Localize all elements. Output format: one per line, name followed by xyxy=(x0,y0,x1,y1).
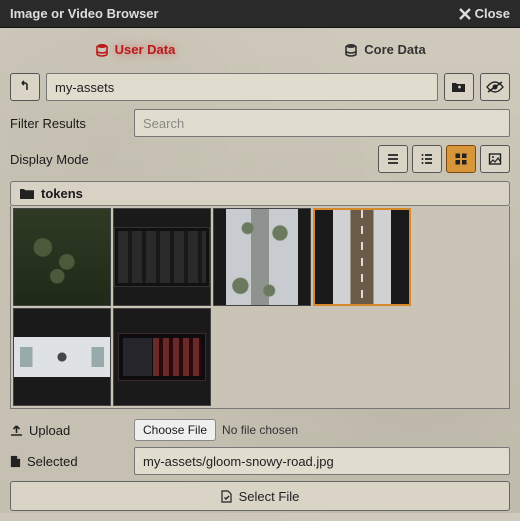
thumbnail xyxy=(118,333,206,381)
directory-name: tokens xyxy=(41,186,83,201)
file-tile[interactable] xyxy=(313,208,411,306)
file-tile[interactable] xyxy=(13,208,111,306)
directory-header[interactable]: tokens xyxy=(10,181,510,206)
thumbnail xyxy=(114,227,210,287)
filter-label: Filter Results xyxy=(10,116,128,131)
thumbnail xyxy=(14,337,110,377)
tab-core-data[interactable]: Core Data xyxy=(260,36,510,63)
file-check-icon xyxy=(221,490,233,503)
upload-icon xyxy=(10,424,23,437)
select-file-button[interactable]: Select File xyxy=(10,481,510,511)
view-mode-list-button[interactable] xyxy=(378,145,408,173)
view-mode-details-button[interactable] xyxy=(412,145,442,173)
database-icon xyxy=(344,43,358,57)
path-row xyxy=(10,73,510,101)
folder-icon xyxy=(19,187,35,200)
privacy-toggle-button[interactable] xyxy=(480,73,510,101)
tab-user-data[interactable]: User Data xyxy=(10,36,260,63)
new-folder-button[interactable] xyxy=(444,73,474,101)
display-label: Display Mode xyxy=(10,152,128,167)
file-chooser: Choose File No file chosen xyxy=(134,419,510,441)
tab-core-label: Core Data xyxy=(364,42,425,57)
path-input[interactable] xyxy=(46,73,438,101)
search-input[interactable] xyxy=(134,109,510,137)
close-icon xyxy=(459,8,471,20)
up-directory-button[interactable] xyxy=(10,73,40,101)
content: User Data Core Data Filter Results xyxy=(0,28,520,521)
file-tile[interactable] xyxy=(113,308,211,406)
close-label: Close xyxy=(475,6,510,21)
file-tile[interactable] xyxy=(13,308,111,406)
eye-slash-icon xyxy=(486,80,504,94)
selected-label: Selected xyxy=(10,454,128,469)
file-chosen-status: No file chosen xyxy=(222,423,298,437)
selected-row: Selected xyxy=(10,447,510,475)
bars-icon xyxy=(386,152,400,166)
display-row: Display Mode xyxy=(10,145,510,173)
upload-row: Upload Choose File No file chosen xyxy=(10,419,510,441)
th-large-icon xyxy=(454,152,468,166)
thumbnail xyxy=(14,209,110,305)
tile-grid xyxy=(10,206,510,409)
folder-plus-icon xyxy=(451,80,467,94)
select-file-label: Select File xyxy=(239,489,300,504)
close-button[interactable]: Close xyxy=(459,6,510,21)
source-tabs: User Data Core Data xyxy=(10,36,510,63)
footer: Upload Choose File No file chosen Select… xyxy=(10,419,510,511)
thumbnail xyxy=(226,209,298,305)
view-mode-group xyxy=(378,145,510,173)
file-tile[interactable] xyxy=(213,208,311,306)
titlebar: Image or Video Browser Close xyxy=(0,0,520,28)
window-title: Image or Video Browser xyxy=(10,6,159,21)
selected-path-input[interactable] xyxy=(134,447,510,475)
thumbnail xyxy=(333,210,391,304)
choose-file-button[interactable]: Choose File xyxy=(134,419,216,441)
upload-label: Upload xyxy=(10,423,128,438)
level-up-icon xyxy=(18,80,32,94)
list-icon xyxy=(420,152,434,166)
view-mode-images-button[interactable] xyxy=(480,145,510,173)
image-icon xyxy=(488,152,502,166)
file-icon xyxy=(10,455,21,468)
database-icon xyxy=(95,43,109,57)
view-mode-tiles-button[interactable] xyxy=(446,145,476,173)
tab-user-label: User Data xyxy=(115,42,176,57)
filter-row: Filter Results xyxy=(10,109,510,137)
file-tile[interactable] xyxy=(113,208,211,306)
